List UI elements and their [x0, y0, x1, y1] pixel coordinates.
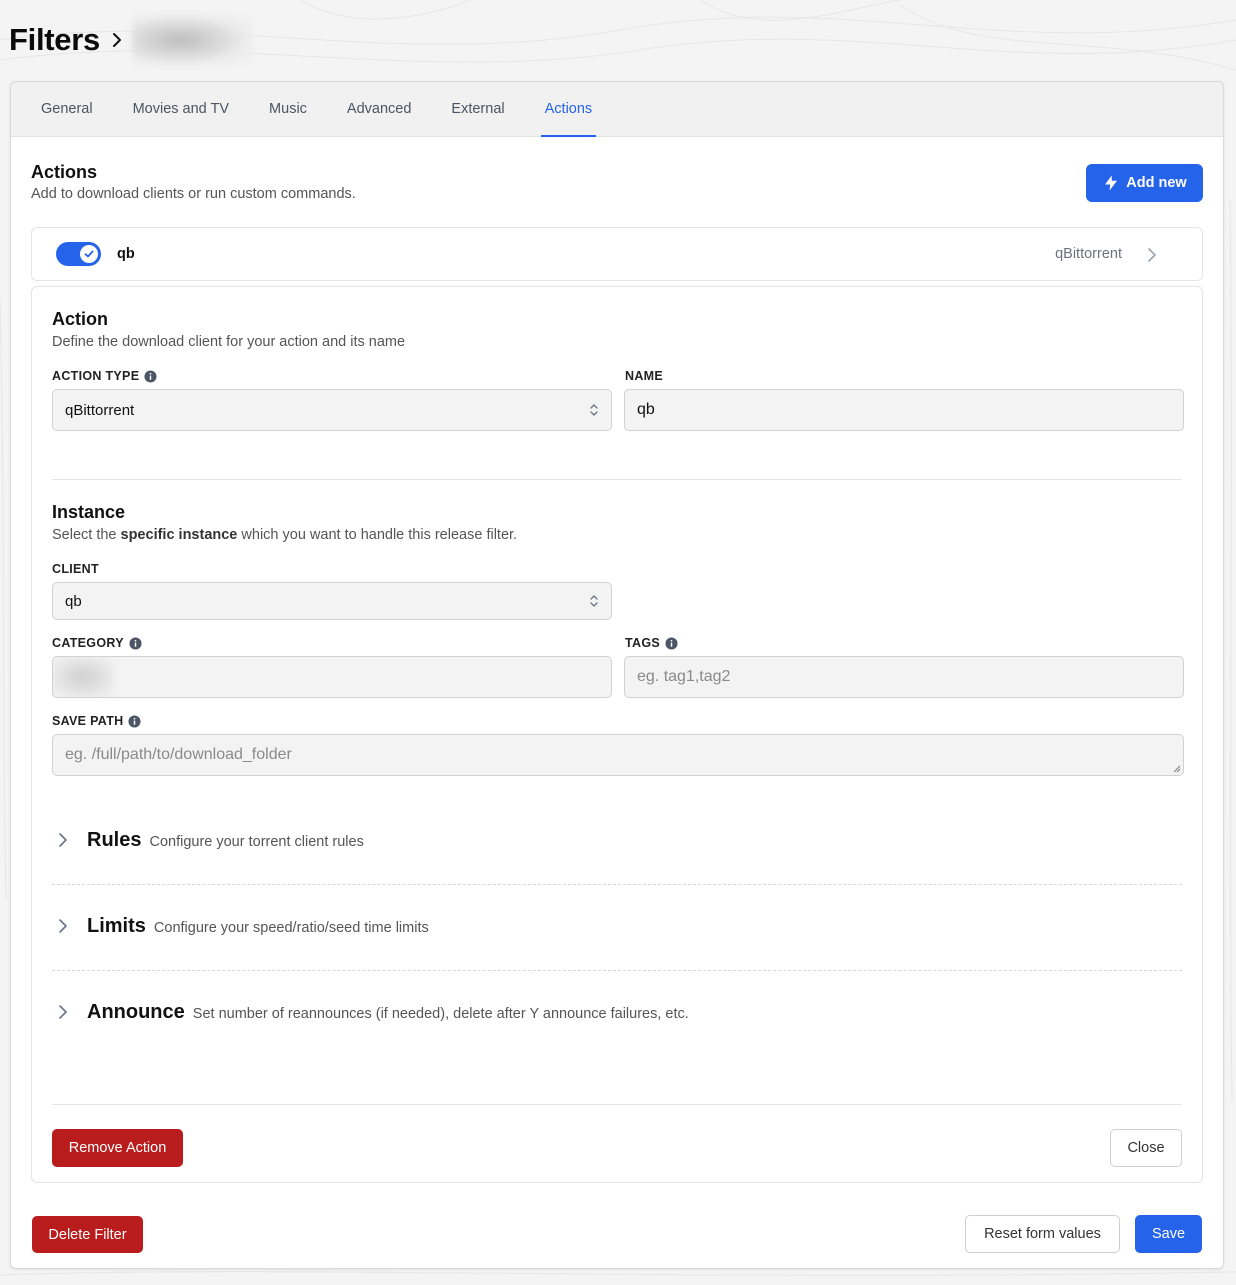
tab-bar: General Movies and TV Music Advanced Ext…	[11, 82, 1223, 137]
filter-panel: General Movies and TV Music Advanced Ext…	[10, 81, 1224, 1269]
instance-description: Select the specific instance which you w…	[52, 527, 517, 543]
rules-collapsible[interactable]: Rules Configure your torrent client rule…	[52, 829, 364, 852]
chevron-right-icon	[112, 33, 121, 47]
limits-collapsible[interactable]: Limits Configure your speed/ratio/seed t…	[52, 915, 429, 938]
check-icon	[84, 250, 94, 258]
save-path-placeholder: eg. /full/path/to/download_folder	[65, 746, 292, 763]
client-label-text: CLIENT	[52, 562, 99, 576]
category-input[interactable]	[52, 656, 612, 698]
delete-filter-button[interactable]: Delete Filter	[32, 1216, 143, 1253]
resize-handle-icon[interactable]	[1173, 765, 1181, 773]
chevron-up-down-icon	[590, 595, 598, 607]
add-new-button[interactable]: Add new	[1086, 164, 1203, 202]
actions-section-header: Actions Add to download clients or run c…	[31, 137, 1203, 227]
chevron-right-icon	[59, 1005, 67, 1019]
save-path-textarea[interactable]: eg. /full/path/to/download_folder	[52, 734, 1184, 776]
category-label: CATEGORY	[52, 636, 142, 650]
name-value: qb	[637, 401, 655, 418]
remove-action-button[interactable]: Remove Action	[52, 1129, 183, 1167]
tab-actions[interactable]: Actions	[535, 82, 603, 137]
action-name: qb	[117, 246, 135, 262]
add-new-label: Add new	[1126, 175, 1187, 191]
tab-movies-and-tv[interactable]: Movies and TV	[123, 82, 239, 136]
category-label-text: CATEGORY	[52, 636, 124, 650]
client-value: qb	[65, 592, 82, 610]
action-detail-panel: Action Define the download client for yo…	[31, 286, 1203, 1183]
page-title: Filters	[9, 22, 100, 57]
section-description: Add to download clients or run custom co…	[31, 186, 356, 202]
client-label: CLIENT	[52, 562, 99, 576]
action-type-value: qBittorrent	[65, 401, 135, 419]
name-label: NAME	[625, 369, 663, 383]
tags-label: TAGS	[625, 636, 678, 650]
save-button[interactable]: Save	[1135, 1215, 1202, 1253]
action-description: Define the download client for your acti…	[52, 334, 406, 350]
chevron-up-down-icon	[590, 404, 598, 416]
action-client-type: qBittorrent	[1055, 246, 1122, 262]
instance-title: Instance	[52, 502, 126, 522]
reset-form-button[interactable]: Reset form values	[965, 1215, 1120, 1253]
announce-title: Announce	[87, 1001, 185, 1023]
save-path-label: SAVE PATH	[52, 714, 142, 728]
tags-label-text: TAGS	[625, 636, 660, 650]
toggle-knob	[80, 245, 98, 263]
instance-desc-bold: specific instance	[120, 527, 238, 543]
action-list-item[interactable]: qb qBittorrent	[31, 227, 1203, 281]
tab-music[interactable]: Music	[259, 82, 317, 136]
action-type-label: ACTION TYPE	[52, 369, 157, 383]
rules-description: Configure your torrent client rules	[149, 834, 364, 850]
info-icon[interactable]	[128, 714, 142, 728]
instance-desc-post: which you want to handle this release fi…	[237, 527, 518, 543]
chevron-right-icon	[59, 833, 67, 847]
page-header: Filters	[9, 14, 252, 66]
chevron-right-icon[interactable]	[1146, 246, 1158, 264]
limits-title: Limits	[87, 915, 146, 937]
action-type-label-text: ACTION TYPE	[52, 369, 140, 383]
rules-title: Rules	[87, 829, 142, 851]
chevron-right-icon	[59, 919, 67, 933]
close-button[interactable]: Close	[1110, 1129, 1182, 1167]
filter-name-breadcrumb[interactable]	[131, 14, 252, 66]
tab-general[interactable]: General	[31, 82, 103, 136]
action-title: Action	[52, 309, 108, 329]
info-icon[interactable]	[129, 636, 142, 650]
client-select[interactable]: qb	[52, 582, 612, 620]
divider	[52, 1104, 1182, 1105]
announce-collapsible[interactable]: Announce Set number of reannounces (if n…	[52, 1001, 689, 1024]
bolt-icon	[1105, 175, 1118, 191]
instance-desc-pre: Select the	[52, 527, 121, 543]
tags-input[interactable]: eg. tag1,tag2	[624, 656, 1184, 698]
tags-placeholder: eg. tag1,tag2	[637, 668, 731, 685]
divider	[52, 479, 1182, 480]
section-title: Actions	[31, 162, 98, 182]
dashed-divider	[52, 970, 1182, 971]
name-input[interactable]: qb	[624, 389, 1184, 431]
category-value-blurred	[53, 657, 113, 697]
action-type-select[interactable]: qBittorrent	[52, 389, 612, 431]
limits-description: Configure your speed/ratio/seed time lim…	[153, 920, 429, 936]
name-label-text: NAME	[625, 369, 664, 383]
save-path-label-text: SAVE PATH	[52, 714, 124, 728]
info-icon[interactable]	[665, 636, 678, 650]
action-enabled-toggle[interactable]	[56, 242, 101, 266]
tab-external[interactable]: External	[441, 82, 514, 136]
tab-advanced[interactable]: Advanced	[337, 82, 422, 136]
dashed-divider	[52, 884, 1182, 885]
info-icon[interactable]	[144, 369, 157, 383]
announce-description: Set number of reannounces (if needed), d…	[192, 1006, 689, 1022]
